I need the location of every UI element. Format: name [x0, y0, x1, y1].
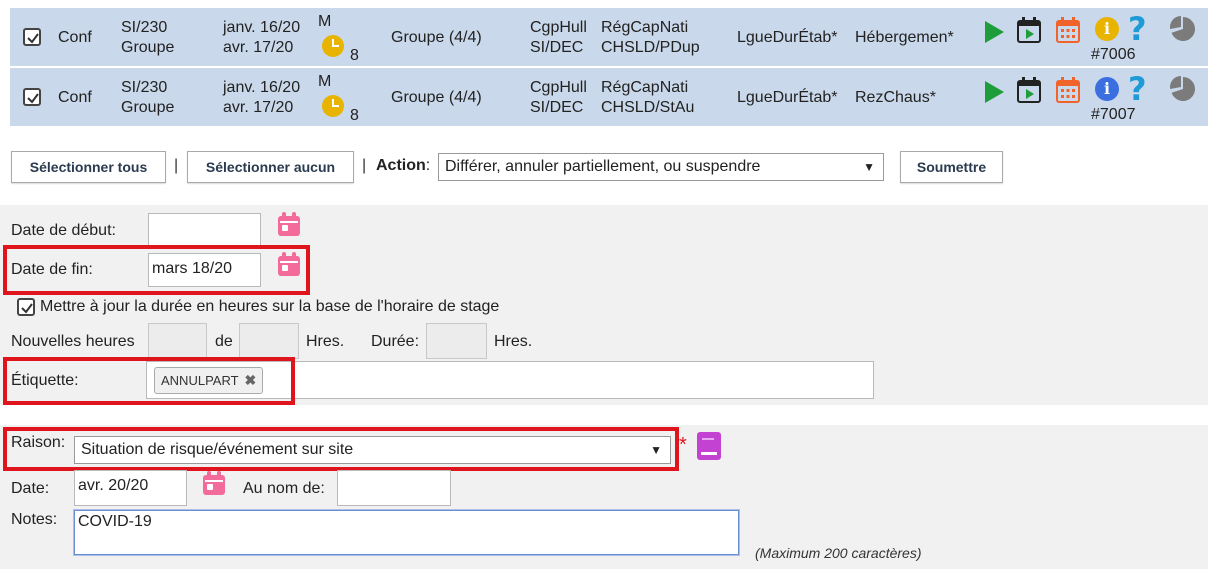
shift-code: M — [318, 13, 332, 30]
duration-label: Durée: — [371, 333, 420, 350]
status-text: Conf — [58, 89, 92, 106]
separator: | — [174, 157, 179, 174]
info-icon[interactable]: i — [1095, 77, 1119, 101]
update-hours-checkbox[interactable] — [17, 298, 35, 316]
notes-hint: (Maximum 200 caractères) — [755, 545, 922, 561]
help-icon[interactable]: ? — [1128, 13, 1147, 45]
submit-button[interactable]: Soumettre — [900, 151, 1003, 183]
row-checkbox[interactable] — [23, 88, 41, 106]
hours-unit-label: Hres. — [494, 333, 533, 350]
region: RégCapNati — [601, 19, 689, 36]
site: CHSLD/StAu — [601, 99, 695, 116]
info-icon[interactable]: i — [1095, 17, 1119, 41]
date-field[interactable]: avr. 20/20 — [74, 470, 187, 506]
action-label: Action: — [376, 157, 430, 175]
hours-badge: 8 — [350, 107, 359, 124]
group-count: Groupe (4/4) — [391, 29, 482, 46]
update-hours-label: Mettre à jour la durée en heures sur la … — [40, 298, 500, 315]
action-label-text: Action — [376, 157, 426, 174]
pie-chart-icon[interactable] — [1170, 16, 1196, 42]
of-label: de — [215, 333, 233, 350]
table-row: Conf SI/230 Groupe janv. 16/20 avr. 17/2… — [10, 8, 1208, 66]
record-id: #7007 — [1091, 106, 1136, 123]
on-behalf-field[interactable] — [337, 470, 451, 506]
unit: RezChaus* — [855, 89, 936, 106]
help-icon[interactable]: ? — [1128, 73, 1147, 105]
action-select-value: Différer, annuler partiellement, ou susp… — [445, 158, 761, 175]
course-code: SI/230 — [121, 19, 168, 36]
notes-textarea[interactable]: COVID-19 — [74, 510, 739, 555]
agreement: LgueDurÉtab* — [737, 29, 838, 46]
notes-label: Notes: — [11, 511, 58, 528]
duration-field[interactable] — [426, 323, 487, 359]
new-hours-field[interactable] — [148, 323, 207, 359]
region: RégCapNati — [601, 79, 689, 96]
play-icon[interactable] — [983, 80, 1005, 104]
calendar-play-icon[interactable] — [1017, 17, 1041, 43]
action-select[interactable]: Différer, annuler partiellement, ou susp… — [438, 153, 884, 181]
calendar-grid-icon[interactable] — [1056, 77, 1080, 103]
agreement: LgueDurÉtab* — [737, 89, 838, 106]
status-text: Conf — [58, 29, 92, 46]
separator: | — [362, 157, 367, 174]
date-label: Date: — [11, 480, 50, 497]
department: SI/DEC — [530, 99, 584, 116]
chevron-down-icon: ▼ — [863, 160, 875, 174]
calendar-play-icon[interactable] — [1017, 77, 1041, 103]
pie-chart-icon[interactable] — [1170, 76, 1196, 102]
highlight-box — [3, 357, 295, 405]
start-date-label: Date de début: — [11, 222, 116, 239]
group-label: Groupe — [121, 99, 175, 116]
unit: Hébergemen* — [855, 29, 954, 46]
end-date: avr. 17/20 — [223, 39, 294, 56]
institution: CgpHull — [530, 19, 587, 36]
select-none-button[interactable]: Sélectionner aucun — [187, 151, 354, 183]
play-icon[interactable] — [983, 20, 1005, 44]
start-date: janv. 16/20 — [223, 79, 301, 96]
clock-icon — [322, 95, 344, 117]
department: SI/DEC — [530, 39, 584, 56]
hours-unit-label: Hres. — [306, 333, 345, 350]
course-code: SI/230 — [121, 79, 168, 96]
new-hours-label: Nouvelles heures — [11, 333, 135, 350]
book-icon[interactable] — [697, 432, 721, 460]
group-count: Groupe (4/4) — [391, 89, 482, 106]
table-row: Conf SI/230 Groupe janv. 16/20 avr. 17/2… — [10, 68, 1208, 126]
record-id: #7006 — [1091, 46, 1136, 63]
total-hours-field[interactable] — [239, 323, 299, 359]
shift-code: M — [318, 73, 332, 90]
start-date: janv. 16/20 — [223, 19, 301, 36]
institution: CgpHull — [530, 79, 587, 96]
group-label: Groupe — [121, 39, 175, 56]
required-mark: * — [679, 434, 687, 456]
on-behalf-label: Au nom de: — [243, 480, 325, 497]
highlight-box — [3, 427, 679, 471]
calendar-icon[interactable] — [203, 471, 225, 495]
site: CHSLD/PDup — [601, 39, 700, 56]
row-checkbox[interactable] — [23, 28, 41, 46]
highlight-box — [3, 245, 310, 295]
end-date: avr. 17/20 — [223, 99, 294, 116]
action-label-colon: : — [425, 157, 431, 174]
calendar-grid-icon[interactable] — [1056, 17, 1080, 43]
calendar-icon[interactable] — [278, 212, 300, 236]
start-date-field[interactable] — [148, 213, 261, 247]
select-all-button[interactable]: Sélectionner tous — [11, 151, 166, 183]
hours-badge: 8 — [350, 47, 359, 64]
clock-icon — [322, 35, 344, 57]
